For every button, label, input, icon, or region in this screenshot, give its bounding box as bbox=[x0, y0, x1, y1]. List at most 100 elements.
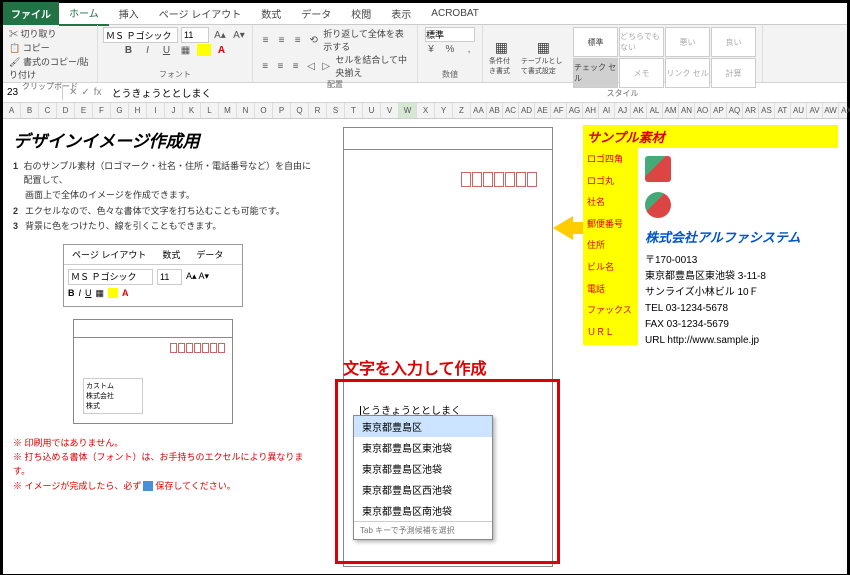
number-label: 数値 bbox=[442, 69, 458, 80]
style-neutral[interactable]: どちらでもない bbox=[619, 27, 664, 57]
instructions-panel: デザインイメージ作成用 1右のサンプル素材（ロゴマーク・社名・住所・電話番号など… bbox=[13, 127, 313, 493]
font-color-button[interactable]: A bbox=[214, 43, 230, 57]
cond-format-label: 条件付き書式 bbox=[489, 56, 514, 76]
fx-icon[interactable]: fx bbox=[94, 87, 102, 98]
font-name-select[interactable] bbox=[103, 27, 178, 43]
sample-header: サンプル素材 bbox=[583, 125, 838, 148]
postal-code[interactable]: 〒170-0013 bbox=[645, 253, 838, 269]
instr-1: 右のサンプル素材（ロゴマーク・社名・住所・電話番号など）を自由に配置して、 bbox=[23, 160, 313, 187]
table-format-icon[interactable]: ▦ bbox=[537, 39, 550, 56]
increase-font-icon[interactable]: A▴ bbox=[212, 28, 228, 42]
style-normal[interactable]: 標準 bbox=[573, 27, 618, 57]
cut-button[interactable]: ✂ 切り取り bbox=[9, 27, 57, 40]
align-bot-icon[interactable]: ≡ bbox=[291, 33, 304, 47]
instr-2: エクセルなので、色々な書体で文字を打ち込むことも可能です。 bbox=[25, 205, 285, 219]
font-group: A▴ A▾ B I U ▦ A フォント bbox=[98, 25, 253, 82]
ime-candidate-2[interactable]: 東京都豊島区東池袋 bbox=[354, 437, 492, 458]
align-left-icon[interactable]: ≡ bbox=[259, 59, 271, 73]
tab-pagelayout[interactable]: ページ レイアウト bbox=[149, 2, 252, 25]
logo-round[interactable] bbox=[645, 192, 671, 218]
sample-font-size bbox=[157, 269, 182, 285]
style-bad[interactable]: 悪い bbox=[665, 27, 710, 57]
enter-icon[interactable]: ✓ bbox=[81, 87, 89, 98]
number-format-select[interactable] bbox=[425, 27, 475, 42]
formula-bar: 23 ✕ ✓ fx とうきょうととしまく bbox=[3, 83, 847, 103]
ime-candidate-5[interactable]: 東京都豊島区南池袋 bbox=[354, 500, 492, 521]
sample-tab-3: データ bbox=[188, 245, 231, 264]
column-headers[interactable]: ABCDEFGHIJKLMNOPQRSTUVWXYZAAABACADAEAFAG… bbox=[3, 103, 847, 119]
save-icon bbox=[143, 481, 153, 491]
label-fax: ファックス bbox=[587, 300, 634, 322]
cancel-icon[interactable]: ✕ bbox=[69, 87, 77, 98]
indent-dec-icon[interactable]: ◁ bbox=[305, 59, 317, 73]
tab-formula[interactable]: 数式 bbox=[251, 2, 291, 25]
ribbon: ✂ 切り取り 📋 コピー 🖌 書式のコピー/貼り付け クリップボード A▴ A▾… bbox=[3, 25, 847, 83]
instr-3: 背景に色をつけたり、線を引くこともできます。 bbox=[25, 220, 221, 234]
url[interactable]: URL http://www.sample.jp bbox=[645, 333, 838, 349]
align-mid-icon[interactable]: ≡ bbox=[275, 33, 288, 47]
font-size-select[interactable] bbox=[181, 27, 209, 43]
sample-ribbon-image: ページ レイアウト 数式 データ A▴ A▾ B I U ▦ A bbox=[63, 244, 243, 307]
fax[interactable]: FAX 03-1234-5679 bbox=[645, 317, 838, 333]
logo-square[interactable] bbox=[645, 156, 671, 182]
note-1: ※ 印刷用ではありません。 bbox=[13, 436, 313, 450]
name-box[interactable]: 23 bbox=[3, 85, 63, 100]
currency-icon[interactable]: ¥ bbox=[423, 42, 439, 56]
indent-inc-icon[interactable]: ▷ bbox=[320, 59, 332, 73]
orient-icon[interactable]: ⟲ bbox=[307, 33, 320, 47]
wrap-button[interactable]: 折り返して全体を表示する bbox=[323, 27, 411, 53]
tab-home[interactable]: ホーム bbox=[59, 1, 109, 26]
sample-font-name bbox=[68, 269, 153, 285]
copy-button[interactable]: 📋 コピー bbox=[9, 41, 50, 54]
label-bldg: ビル名 bbox=[587, 257, 634, 279]
font-label: フォント bbox=[159, 69, 191, 80]
label-company: 社名 bbox=[587, 192, 634, 214]
label-tel: 電話 bbox=[587, 279, 634, 301]
envelope-flap bbox=[344, 128, 552, 150]
cond-format-icon[interactable]: ▦ bbox=[495, 39, 508, 56]
sample-tab-2: 数式 bbox=[154, 245, 188, 264]
ime-candidate-3[interactable]: 東京都豊島区池袋 bbox=[354, 458, 492, 479]
tab-review[interactable]: 校閲 bbox=[341, 2, 381, 25]
merge-button[interactable]: セルを結合して中央揃え bbox=[335, 53, 411, 79]
worksheet[interactable]: デザインイメージ作成用 1右のサンプル素材（ロゴマーク・社名・住所・電話番号など… bbox=[3, 119, 847, 574]
underline-button[interactable]: U bbox=[159, 43, 175, 57]
percent-icon[interactable]: % bbox=[442, 42, 458, 56]
tab-view[interactable]: 表示 bbox=[381, 2, 421, 25]
decrease-font-icon[interactable]: A▾ bbox=[231, 28, 247, 42]
align-right-icon[interactable]: ≡ bbox=[290, 59, 302, 73]
sample-material-panel: サンプル素材 ロゴ四角 ロゴ丸 社名 郵便番号 住所 ビル名 電話 ファックス … bbox=[583, 125, 838, 349]
fill-color-button[interactable] bbox=[197, 44, 211, 56]
align-top-icon[interactable]: ≡ bbox=[259, 33, 272, 47]
italic-button[interactable]: I bbox=[140, 43, 156, 57]
ime-candidate-list[interactable]: 東京都豊島区 東京都豊島区東池袋 東京都豊島区池袋 東京都豊島区西池袋 東京都豊… bbox=[353, 415, 493, 540]
style-good[interactable]: 良い bbox=[711, 27, 756, 57]
tab-data[interactable]: データ bbox=[291, 2, 341, 25]
input-banner: 文字を入力して作成 bbox=[343, 355, 487, 379]
label-logo-rd: ロゴ丸 bbox=[587, 171, 634, 193]
align-center-icon[interactable]: ≡ bbox=[274, 59, 286, 73]
tab-file[interactable]: ファイル bbox=[3, 2, 59, 25]
ime-candidate-1[interactable]: 東京都豊島区 bbox=[354, 416, 492, 437]
sample-env-line3: 株式 bbox=[86, 401, 140, 411]
address[interactable]: 東京都豊島区東池袋 3-11-8 bbox=[645, 269, 838, 285]
sample-tab-1: ページ レイアウト bbox=[64, 245, 154, 264]
ime-candidate-4[interactable]: 東京都豊島区西池袋 bbox=[354, 479, 492, 500]
border-button[interactable]: ▦ bbox=[178, 43, 194, 57]
building[interactable]: サンライズ小林ビル 10Ｆ bbox=[645, 285, 838, 301]
bold-button[interactable]: B bbox=[121, 43, 137, 57]
label-url: ＵＲＬ bbox=[587, 322, 634, 344]
tab-acrobat[interactable]: ACROBAT bbox=[421, 4, 489, 23]
tab-insert[interactable]: 挿入 bbox=[109, 2, 149, 25]
company-name[interactable]: 株式会社アルファシステム bbox=[645, 228, 838, 249]
telephone[interactable]: TEL 03-1234-5678 bbox=[645, 301, 838, 317]
formula-input[interactable]: とうきょうととしまく bbox=[108, 83, 847, 102]
ime-hint: Tab キーで予測候補を選択 bbox=[354, 521, 492, 539]
instr-1b: 画面上で全体のイメージを作成できます。 bbox=[25, 189, 195, 203]
comma-icon[interactable]: , bbox=[461, 42, 477, 56]
formatpaint-button[interactable]: 🖌 書式のコピー/貼り付け bbox=[9, 55, 91, 81]
label-postal: 郵便番号 bbox=[587, 214, 634, 236]
align-group: ≡ ≡ ≡ ⟲ 折り返して全体を表示する ≡ ≡ ≡ ◁ ▷ セルを結合して中央… bbox=[253, 25, 418, 82]
note-3: ※ イメージが完成したら、必ず保存してください。 bbox=[13, 479, 313, 493]
number-group: ¥ % , 数値 bbox=[418, 25, 483, 82]
